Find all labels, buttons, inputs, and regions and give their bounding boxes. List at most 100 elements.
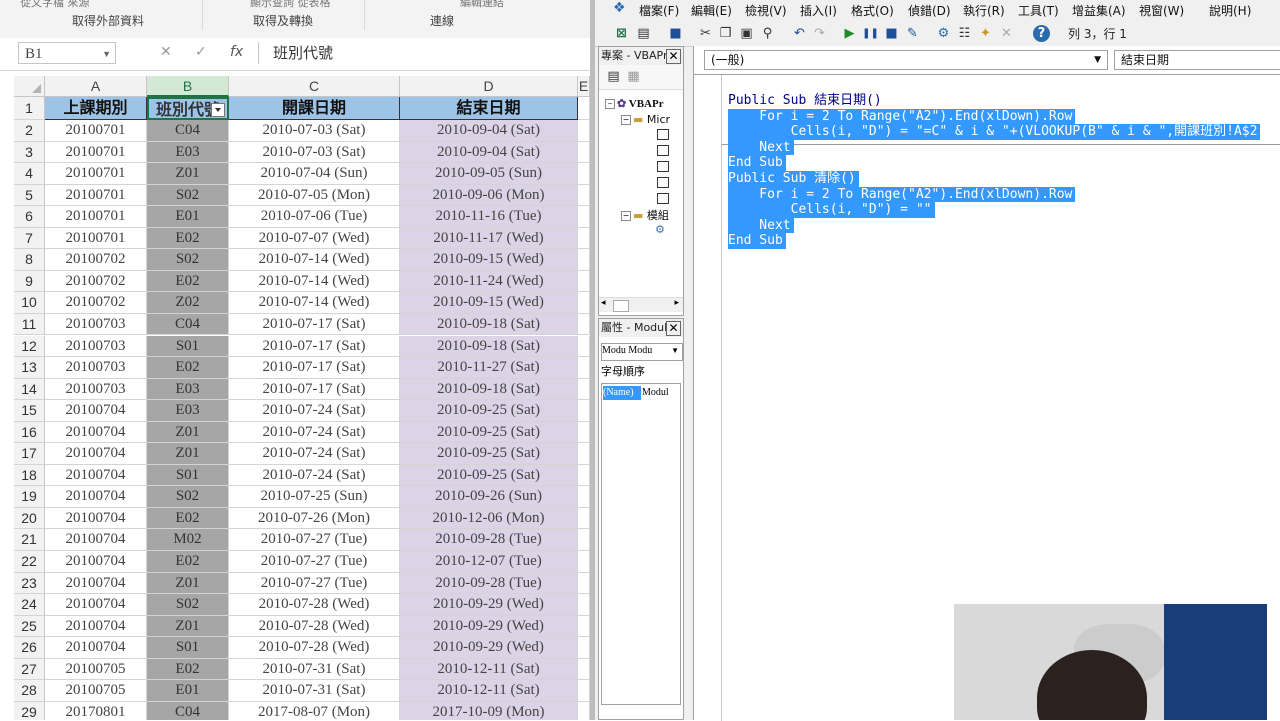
menu-format[interactable]: 格式(O) bbox=[851, 2, 894, 19]
row-header[interactable]: 20 bbox=[14, 507, 45, 530]
cell-period[interactable]: 20100701 bbox=[45, 141, 147, 164]
design-mode-icon[interactable]: ✎ bbox=[904, 25, 921, 42]
object-combo[interactable]: (一般) ▼ bbox=[704, 50, 1108, 70]
cell-start-date[interactable]: 2010-07-31 (Sat) bbox=[229, 680, 400, 702]
cell-class-code[interactable]: E02 bbox=[147, 270, 229, 293]
cell-period[interactable]: 20100701 bbox=[45, 120, 147, 142]
cell-e[interactable] bbox=[578, 551, 590, 573]
cell-class-code[interactable]: S02 bbox=[147, 249, 229, 271]
cell-end-date[interactable]: 2010-09-18 (Sat) bbox=[400, 335, 578, 358]
scroll-right-icon[interactable]: ▸ bbox=[674, 298, 679, 308]
cell-end-date[interactable]: 2010-11-27 (Sat) bbox=[400, 357, 578, 379]
cell-class-code[interactable]: E03 bbox=[147, 400, 229, 422]
cell-period[interactable]: 20100703 bbox=[45, 378, 147, 401]
scroll-left-icon[interactable]: ◂ bbox=[601, 298, 606, 308]
property-name-value[interactable]: Modul bbox=[642, 386, 678, 400]
cut-icon[interactable]: ✂ bbox=[697, 25, 714, 42]
header-cell-period[interactable]: 上課期別 bbox=[45, 97, 147, 120]
view-object-icon[interactable]: ▦ bbox=[625, 68, 642, 85]
cell-period[interactable]: 20100704 bbox=[45, 443, 147, 465]
row-header[interactable]: 2 bbox=[14, 120, 45, 142]
cell-end-date[interactable]: 2010-12-11 (Sat) bbox=[400, 680, 578, 702]
row-header[interactable]: 25 bbox=[14, 615, 45, 638]
cell-end-date[interactable]: 2010-09-05 (Sun) bbox=[400, 163, 578, 185]
ribbon-cut-label-right[interactable]: 編輯連結 bbox=[460, 0, 504, 10]
help-icon[interactable]: ? bbox=[1033, 25, 1050, 42]
cell-start-date[interactable]: 2010-07-03 (Sat) bbox=[229, 141, 400, 164]
menu-addins[interactable]: 增益集(A) bbox=[1072, 2, 1126, 19]
cell-period[interactable]: 20100702 bbox=[45, 249, 147, 271]
property-name-key[interactable]: (Name) bbox=[603, 386, 641, 400]
cell-period[interactable]: 20100701 bbox=[45, 227, 147, 250]
code-line[interactable]: For i = 2 To Range("A2").End(xlDown).Row bbox=[728, 186, 1076, 203]
code-line[interactable]: Next bbox=[728, 217, 794, 234]
cell-class-code[interactable]: E02 bbox=[147, 658, 229, 681]
cell-end-date[interactable]: 2010-09-15 (Wed) bbox=[400, 249, 578, 271]
undo-icon[interactable]: ↶ bbox=[791, 25, 808, 42]
cell-start-date[interactable]: 2010-07-25 (Sun) bbox=[229, 486, 400, 508]
cell-start-date[interactable]: 2010-07-17 (Sat) bbox=[229, 313, 400, 336]
module-icon[interactable]: ⚙ bbox=[655, 223, 665, 236]
cell-e[interactable] bbox=[578, 529, 590, 551]
menu-file[interactable]: 檔案(F) bbox=[639, 2, 679, 19]
row-header[interactable]: 12 bbox=[14, 335, 45, 358]
row-header[interactable]: 26 bbox=[14, 637, 45, 659]
cell-e[interactable] bbox=[578, 227, 590, 250]
cell-end-date[interactable]: 2010-09-28 (Tue) bbox=[400, 529, 578, 551]
cell-period[interactable]: 20100703 bbox=[45, 357, 147, 379]
row-header[interactable]: 21 bbox=[14, 529, 45, 551]
chevron-down-icon[interactable]: ▼ bbox=[671, 344, 679, 358]
cell-class-code[interactable]: Z01 bbox=[147, 421, 229, 444]
code-line[interactable]: Next bbox=[728, 139, 794, 156]
project-explorer-icon[interactable]: ⚙ bbox=[935, 25, 952, 42]
row-header[interactable]: 29 bbox=[14, 701, 45, 720]
run-icon[interactable]: ▶ bbox=[841, 25, 858, 42]
cell-e[interactable] bbox=[578, 443, 590, 465]
cell-e[interactable] bbox=[578, 292, 590, 314]
menu-view[interactable]: 檢視(V) bbox=[745, 2, 787, 19]
cell-e[interactable] bbox=[578, 464, 590, 487]
cancel-icon[interactable]: ✕ bbox=[160, 44, 172, 60]
cell-e[interactable] bbox=[578, 594, 590, 616]
row-header[interactable]: 5 bbox=[14, 184, 45, 207]
cell-start-date[interactable]: 2010-07-24 (Sat) bbox=[229, 421, 400, 444]
cell-e[interactable] bbox=[578, 184, 590, 207]
cell-e[interactable] bbox=[578, 400, 590, 422]
cell-end-date[interactable]: 2010-12-11 (Sat) bbox=[400, 658, 578, 681]
break-icon[interactable]: ❚❚ bbox=[862, 25, 879, 42]
cell-e[interactable] bbox=[578, 637, 590, 659]
cell-end-date[interactable]: 2010-09-28 (Tue) bbox=[400, 572, 578, 595]
cell-class-code[interactable]: Z01 bbox=[147, 572, 229, 595]
formula-input[interactable]: 班別代號 bbox=[258, 42, 590, 64]
menu-tools[interactable]: 工具(T) bbox=[1018, 2, 1059, 19]
header-cell-class-code[interactable]: 班別代號 bbox=[147, 97, 229, 120]
cell-start-date[interactable]: 2010-07-14 (Wed) bbox=[229, 292, 400, 314]
tree-root[interactable]: − ✿ VBAPr bbox=[605, 97, 664, 110]
menu-debug[interactable]: 偵錯(D) bbox=[908, 2, 951, 19]
cell-period[interactable]: 20100704 bbox=[45, 637, 147, 659]
cell-start-date[interactable]: 2010-07-17 (Sat) bbox=[229, 335, 400, 358]
cell-period[interactable]: 20100704 bbox=[45, 464, 147, 487]
cell-period[interactable]: 20100704 bbox=[45, 594, 147, 616]
cell-class-code[interactable]: C04 bbox=[147, 701, 229, 720]
row-header[interactable]: 10 bbox=[14, 292, 45, 314]
cell-e[interactable] bbox=[578, 615, 590, 638]
ribbon-cut-label-mid[interactable]: 顯示查詢 從表格 bbox=[250, 0, 331, 10]
cell-class-code[interactable]: E02 bbox=[147, 227, 229, 250]
cell-class-code[interactable]: E02 bbox=[147, 357, 229, 379]
row-header[interactable]: 6 bbox=[14, 206, 45, 228]
cell-start-date[interactable]: 2010-07-04 (Sun) bbox=[229, 163, 400, 185]
cell-period[interactable]: 20100704 bbox=[45, 421, 147, 444]
cell-start-date[interactable]: 2010-07-27 (Tue) bbox=[229, 529, 400, 551]
code-line[interactable]: Public Sub 清除() bbox=[728, 171, 859, 187]
row-header[interactable]: 11 bbox=[14, 313, 45, 336]
cell-end-date[interactable]: 2010-09-04 (Sat) bbox=[400, 141, 578, 164]
cell-e[interactable] bbox=[578, 206, 590, 228]
cell-start-date[interactable]: 2010-07-24 (Sat) bbox=[229, 464, 400, 487]
cell-start-date[interactable]: 2010-07-17 (Sat) bbox=[229, 378, 400, 401]
cell-end-date[interactable]: 2010-09-29 (Wed) bbox=[400, 615, 578, 638]
chevron-down-icon[interactable]: ▼ bbox=[1094, 51, 1101, 69]
row-header[interactable]: 24 bbox=[14, 594, 45, 616]
cell-period[interactable]: 20100704 bbox=[45, 486, 147, 508]
close-icon[interactable]: ✕ bbox=[666, 49, 681, 64]
